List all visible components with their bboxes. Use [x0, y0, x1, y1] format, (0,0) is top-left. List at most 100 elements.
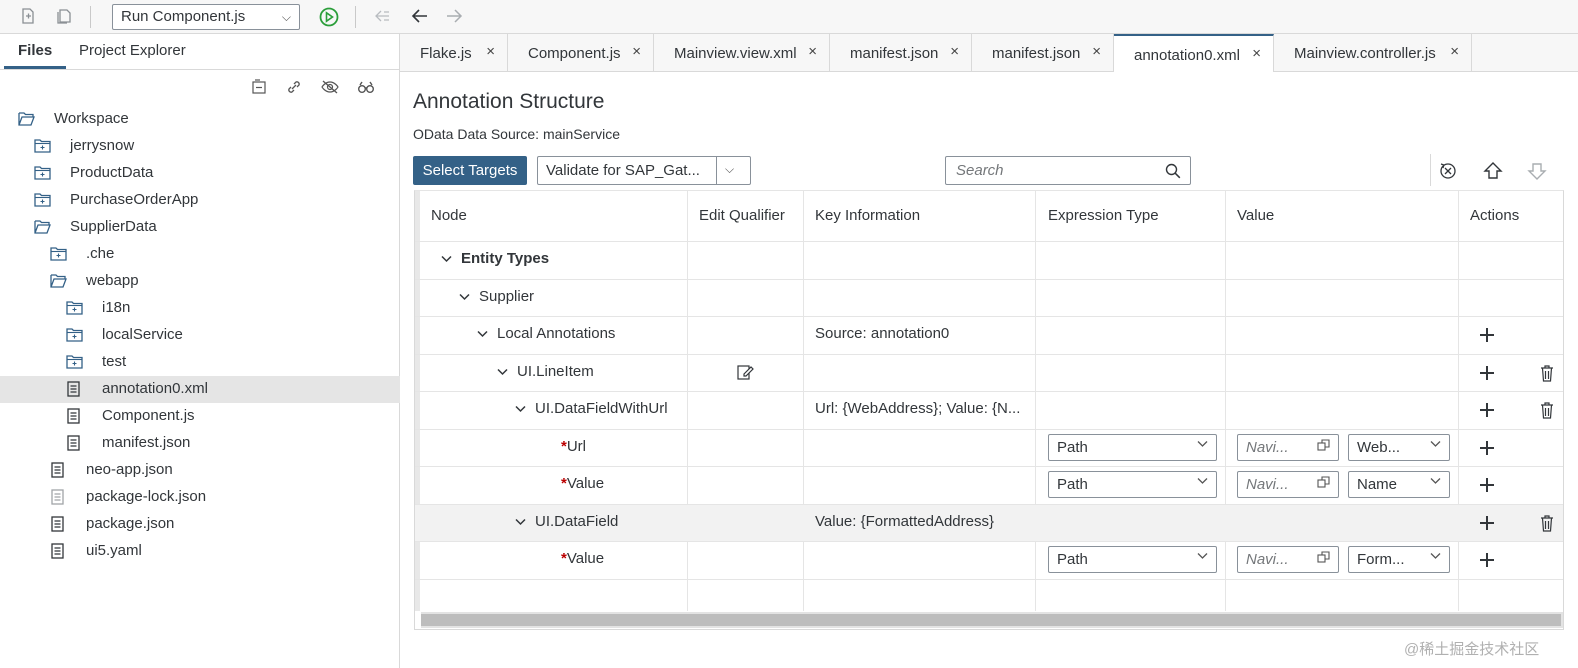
- editor-tab[interactable]: Mainview.view.xml ×: [654, 34, 830, 72]
- navigate-back-icon[interactable]: [410, 7, 430, 27]
- tree-item[interactable]: SupplierData: [0, 214, 400, 241]
- editor-tab[interactable]: manifest.json ×: [972, 34, 1114, 72]
- add-icon[interactable]: [1479, 327, 1495, 343]
- search-icon[interactable]: [1164, 162, 1182, 183]
- navigation-input[interactable]: Navi...: [1237, 546, 1339, 573]
- tree-item[interactable]: Workspace: [0, 106, 400, 133]
- close-icon[interactable]: ×: [1092, 43, 1101, 60]
- close-icon[interactable]: ×: [808, 43, 817, 60]
- scrollbar-thumb[interactable]: [421, 614, 1561, 626]
- move-down-icon[interactable]: [1526, 160, 1548, 182]
- chevron-down-icon[interactable]: [1430, 439, 1441, 451]
- close-icon[interactable]: ×: [632, 43, 641, 60]
- chevron-down-icon[interactable]: [441, 250, 452, 267]
- navigation-input[interactable]: Navi...: [1237, 433, 1339, 461]
- delete-icon[interactable]: [1540, 401, 1554, 419]
- clear-filter-icon[interactable]: [1437, 160, 1459, 182]
- tree-item[interactable]: PurchaseOrderApp: [0, 187, 400, 214]
- navigation-input[interactable]: Navi...: [1237, 471, 1339, 498]
- value-help-icon[interactable]: [1317, 551, 1330, 567]
- tree-item[interactable]: i18n: [0, 295, 400, 322]
- link-icon[interactable]: [283, 78, 305, 100]
- table-row-node[interactable]: Local Annotations: [477, 325, 615, 342]
- editor-tab[interactable]: manifest.json ×: [830, 34, 972, 72]
- close-icon[interactable]: ×: [950, 43, 959, 60]
- collapse-all-icon[interactable]: [248, 78, 270, 100]
- close-icon[interactable]: ×: [1252, 45, 1261, 62]
- tree-item[interactable]: test: [0, 349, 400, 376]
- edit-qualifier-icon[interactable]: [735, 362, 755, 385]
- expression-type-select[interactable]: Path: [1048, 433, 1217, 461]
- history-back-icon[interactable]: [372, 7, 392, 27]
- hide-icon[interactable]: [319, 78, 341, 100]
- select-targets-button[interactable]: Select Targets: [413, 156, 527, 185]
- table-row-node[interactable]: *Value: [561, 550, 604, 567]
- value-select[interactable]: Web...: [1348, 433, 1450, 461]
- editor-tab[interactable]: Flake.js ×: [400, 34, 508, 72]
- tree-item[interactable]: package-lock.json: [0, 484, 400, 511]
- chevron-down-icon[interactable]: [1430, 476, 1441, 488]
- tree-item[interactable]: manifest.json: [0, 430, 400, 457]
- tree-item[interactable]: package.json: [0, 511, 400, 538]
- add-icon[interactable]: [1479, 515, 1495, 531]
- run-icon[interactable]: [318, 6, 340, 28]
- close-icon[interactable]: ×: [1450, 43, 1459, 60]
- chevron-down-icon[interactable]: [515, 400, 526, 417]
- add-icon[interactable]: [1479, 440, 1495, 456]
- add-icon[interactable]: [1479, 552, 1495, 568]
- table-row-node[interactable]: Entity Types: [441, 250, 549, 267]
- move-up-icon[interactable]: [1482, 160, 1504, 182]
- expression-type-select[interactable]: Path: [1048, 546, 1217, 573]
- value-select[interactable]: Name: [1348, 471, 1450, 498]
- editor-tab[interactable]: Component.js ×: [508, 34, 654, 72]
- navigate-forward-icon[interactable]: [444, 7, 464, 27]
- table-row-node[interactable]: UI.LineItem: [497, 363, 594, 380]
- tab-project-explorer[interactable]: Project Explorer: [79, 42, 186, 59]
- column-header: Node: [431, 207, 467, 224]
- new-file-icon[interactable]: [18, 7, 38, 27]
- table-row-node[interactable]: UI.DataField: [515, 513, 618, 530]
- chevron-down-icon[interactable]: [497, 363, 508, 380]
- add-icon[interactable]: [1479, 365, 1495, 381]
- chevron-down-icon[interactable]: [1197, 476, 1208, 488]
- binoculars-icon[interactable]: [355, 78, 377, 100]
- editor-tab[interactable]: Mainview.controller.js ×: [1274, 34, 1472, 72]
- chevron-down-icon[interactable]: [515, 513, 526, 530]
- close-icon[interactable]: ×: [486, 43, 495, 60]
- value-help-icon[interactable]: [1317, 438, 1330, 455]
- chevron-down-icon[interactable]: [1430, 551, 1441, 563]
- search-input[interactable]: Search: [945, 156, 1191, 185]
- table-row-node[interactable]: *Url: [561, 438, 586, 455]
- chevron-down-icon[interactable]: ⌵: [725, 162, 734, 177]
- tree-item[interactable]: Component.js: [0, 403, 400, 430]
- horizontal-scrollbar[interactable]: [421, 612, 1563, 628]
- tree-item[interactable]: webapp: [0, 268, 400, 295]
- tree-item[interactable]: jerrysnow: [0, 133, 400, 160]
- tree-item[interactable]: .che: [0, 241, 400, 268]
- tree-item[interactable]: localService: [0, 322, 400, 349]
- editor-tab[interactable]: annotation0.xml ×: [1114, 34, 1274, 72]
- tab-files[interactable]: Files: [18, 42, 52, 59]
- chevron-down-icon[interactable]: [459, 288, 470, 305]
- add-icon[interactable]: [1479, 402, 1495, 418]
- table-row-node[interactable]: UI.DataFieldWithUrl: [515, 400, 668, 417]
- value-help-icon[interactable]: [1317, 476, 1330, 492]
- table-row-node[interactable]: Supplier: [459, 288, 534, 305]
- delete-icon[interactable]: [1540, 514, 1554, 532]
- validate-select[interactable]: Validate for SAP_Gat... ⌵: [537, 156, 751, 185]
- value-select[interactable]: Form...: [1348, 546, 1450, 573]
- delete-icon[interactable]: [1540, 364, 1554, 382]
- chevron-down-icon[interactable]: [1197, 439, 1208, 451]
- table-row-node[interactable]: *Value: [561, 475, 604, 492]
- save-all-icon[interactable]: [54, 7, 74, 27]
- tree-item[interactable]: neo-app.json: [0, 457, 400, 484]
- tree-item[interactable]: annotation0.xml: [0, 376, 400, 403]
- chevron-down-icon[interactable]: [477, 325, 488, 342]
- chevron-down-icon[interactable]: [1197, 551, 1208, 563]
- column-divider: [1225, 191, 1226, 611]
- tree-item[interactable]: ui5.yaml: [0, 538, 400, 565]
- add-icon[interactable]: [1479, 477, 1495, 493]
- run-configuration-select[interactable]: Run Component.js ⌵: [112, 4, 300, 30]
- tree-item[interactable]: ProductData: [0, 160, 400, 187]
- expression-type-select[interactable]: Path: [1048, 471, 1217, 498]
